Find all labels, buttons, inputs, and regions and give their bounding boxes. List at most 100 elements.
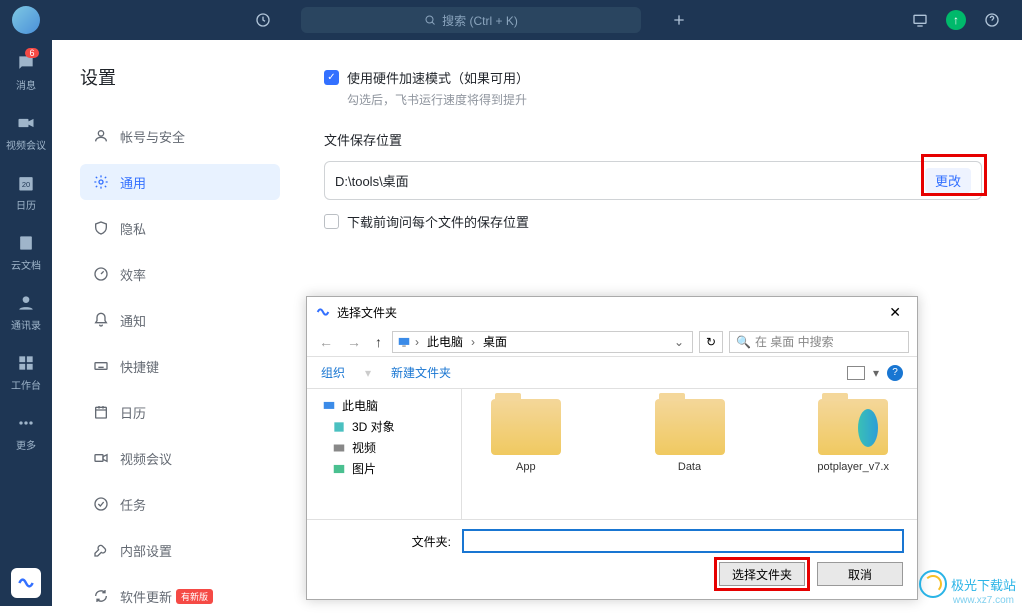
sidebar-item-label: 快捷键 <box>120 357 159 376</box>
sidebar-item-efficiency[interactable]: 效率 <box>80 256 280 292</box>
up-icon[interactable]: ↑ <box>371 334 386 350</box>
close-icon[interactable]: ✕ <box>881 304 909 321</box>
history-icon[interactable] <box>249 6 277 34</box>
select-folder-button[interactable]: 选择文件夹 <box>719 562 805 586</box>
rail-calendar[interactable]: 20 日历 <box>15 172 37 212</box>
view-icon[interactable] <box>847 366 865 380</box>
tree-pc[interactable]: 此电脑 <box>311 395 457 416</box>
folder-dialog: 选择文件夹 ✕ ← → ↑ › 此电脑 › 桌面 ⌄ ↻ 🔍 在 桌面 中搜索 … <box>306 296 918 600</box>
ask-each-row[interactable]: 下载前询问每个文件的保存位置 <box>324 212 982 231</box>
sidebar-item-update[interactable]: 软件更新有新版 <box>80 578 280 614</box>
svg-text:20: 20 <box>22 180 30 189</box>
newfolder-button[interactable]: 新建文件夹 <box>391 364 451 381</box>
sidebar-item-account[interactable]: 帐号与安全 <box>80 118 280 154</box>
sidebar-item-internal[interactable]: 内部设置 <box>80 532 280 568</box>
titlebar: 搜索 (Ctrl + K) ↑ <box>0 0 1022 40</box>
dialog-toolbar: 组织 ▾ 新建文件夹 ▾ ? <box>307 357 917 389</box>
sidebar-item-label: 帐号与安全 <box>120 127 185 146</box>
plus-icon[interactable] <box>665 6 693 34</box>
watermark: 极光下载站 <box>919 570 1016 598</box>
cancel-button[interactable]: 取消 <box>817 562 903 586</box>
search-box[interactable]: 搜索 (Ctrl + K) <box>301 7 641 33</box>
sidebar-item-videomeet[interactable]: 视频会议 <box>80 440 280 476</box>
rail-label: 消息 <box>16 77 36 92</box>
hw-accel-desc: 勾选后，飞书运行速度将得到提升 <box>347 91 982 108</box>
screen-icon[interactable] <box>906 6 934 34</box>
sidebar-item-label: 内部设置 <box>120 541 172 560</box>
folder-item[interactable]: Data <box>638 399 742 509</box>
breadcrumb[interactable]: › 此电脑 › 桌面 ⌄ <box>392 331 693 353</box>
rail-docs[interactable]: 云文档 <box>11 232 41 272</box>
calendar-icon: 20 <box>15 172 37 194</box>
refresh-icon[interactable]: ↻ <box>699 331 723 353</box>
organize-button[interactable]: 组织 <box>321 364 345 381</box>
sidebar-item-general[interactable]: 通用 <box>80 164 280 200</box>
folder-item[interactable]: App <box>474 399 578 509</box>
grid-icon <box>15 352 37 374</box>
rail-label: 更多 <box>16 437 36 452</box>
rail-video[interactable]: 视频会议 <box>6 112 46 152</box>
dialog-search[interactable]: 🔍 在 桌面 中搜索 <box>729 331 909 353</box>
hw-accel-label: 使用硬件加速模式（如果可用） <box>347 68 529 87</box>
search-placeholder: 搜索 (Ctrl + K) <box>442 12 518 29</box>
sidebar-item-notify[interactable]: 通知 <box>80 302 280 338</box>
dialog-titlebar: 选择文件夹 ✕ <box>307 297 917 327</box>
sidebar-item-label: 通用 <box>120 173 146 192</box>
change-button[interactable]: 更改 <box>925 168 971 193</box>
tree-picture[interactable]: 图片 <box>311 458 457 479</box>
ask-each-label: 下载前询问每个文件的保存位置 <box>347 212 529 231</box>
crumb-desktop[interactable]: 桌面 <box>479 333 511 350</box>
rail-workbench[interactable]: 工作台 <box>11 352 41 392</box>
chevron-down-icon[interactable]: ⌄ <box>670 335 688 349</box>
file-save-title: 文件保存位置 <box>324 130 982 149</box>
bell-icon <box>92 311 110 329</box>
sidebar-item-label: 效率 <box>120 265 146 284</box>
dialog-footer: 文件夹: 选择文件夹 取消 <box>307 519 917 601</box>
refresh-icon <box>92 587 110 605</box>
upload-status[interactable]: ↑ <box>942 6 970 34</box>
wrench-icon <box>92 541 110 559</box>
watermark-icon <box>919 570 947 598</box>
forward-icon[interactable]: → <box>343 334 365 350</box>
rail-label: 通讯录 <box>11 317 41 332</box>
app-logo[interactable] <box>11 568 41 598</box>
help-icon[interactable] <box>978 6 1006 34</box>
check-icon <box>92 495 110 513</box>
path-input[interactable] <box>335 173 925 188</box>
filename-input[interactable] <box>463 530 903 552</box>
rail-more[interactable]: 更多 <box>15 412 37 452</box>
gear-icon <box>92 173 110 191</box>
contacts-icon <box>15 292 37 314</box>
folder-item[interactable]: potplayer_v7.x <box>801 399 905 509</box>
settings-sidebar: 设置 帐号与安全 通用 隐私 效率 通知 快捷键 日历 视频会议 任务 内部设置… <box>52 40 284 606</box>
sidebar-item-tasks[interactable]: 任务 <box>80 486 280 522</box>
avatar[interactable] <box>12 6 40 34</box>
sidebar-item-label: 视频会议 <box>120 449 172 468</box>
calendar-icon <box>92 403 110 421</box>
crumb-pc[interactable]: 此电脑 <box>423 333 467 350</box>
back-icon[interactable]: ← <box>315 334 337 350</box>
sidebar-item-label: 软件更新 <box>120 587 172 606</box>
rail-messages[interactable]: 消息 6 <box>15 52 37 92</box>
dialog-body: 此电脑 3D 对象 视频 图片 App Data potplayer_v7.x <box>307 389 917 519</box>
filename-label: 文件夹: <box>321 533 451 550</box>
rail-contacts[interactable]: 通讯录 <box>11 292 41 332</box>
tree-3d[interactable]: 3D 对象 <box>311 416 457 437</box>
folder-tree: 此电脑 3D 对象 视频 图片 <box>307 389 462 519</box>
file-area[interactable]: App Data potplayer_v7.x <box>462 389 917 519</box>
video-icon <box>15 112 37 134</box>
pc-icon <box>397 335 411 349</box>
sidebar-item-label: 隐私 <box>120 219 146 238</box>
help-icon[interactable]: ? <box>887 365 903 381</box>
sidebar-item-label: 通知 <box>120 311 146 330</box>
checkbox-on[interactable]: ✓ <box>324 70 339 85</box>
app-icon <box>315 304 331 320</box>
sidebar-item-calendar[interactable]: 日历 <box>80 394 280 430</box>
page-title: 设置 <box>80 64 284 90</box>
left-rail: 消息 6 视频会议 20 日历 云文档 通讯录 工作台 更多 <box>0 40 52 606</box>
checkbox-off[interactable] <box>324 214 339 229</box>
tree-video[interactable]: 视频 <box>311 437 457 458</box>
sidebar-item-privacy[interactable]: 隐私 <box>80 210 280 246</box>
sidebar-item-shortcut[interactable]: 快捷键 <box>80 348 280 384</box>
hw-accel-row[interactable]: ✓ 使用硬件加速模式（如果可用） <box>324 68 982 87</box>
